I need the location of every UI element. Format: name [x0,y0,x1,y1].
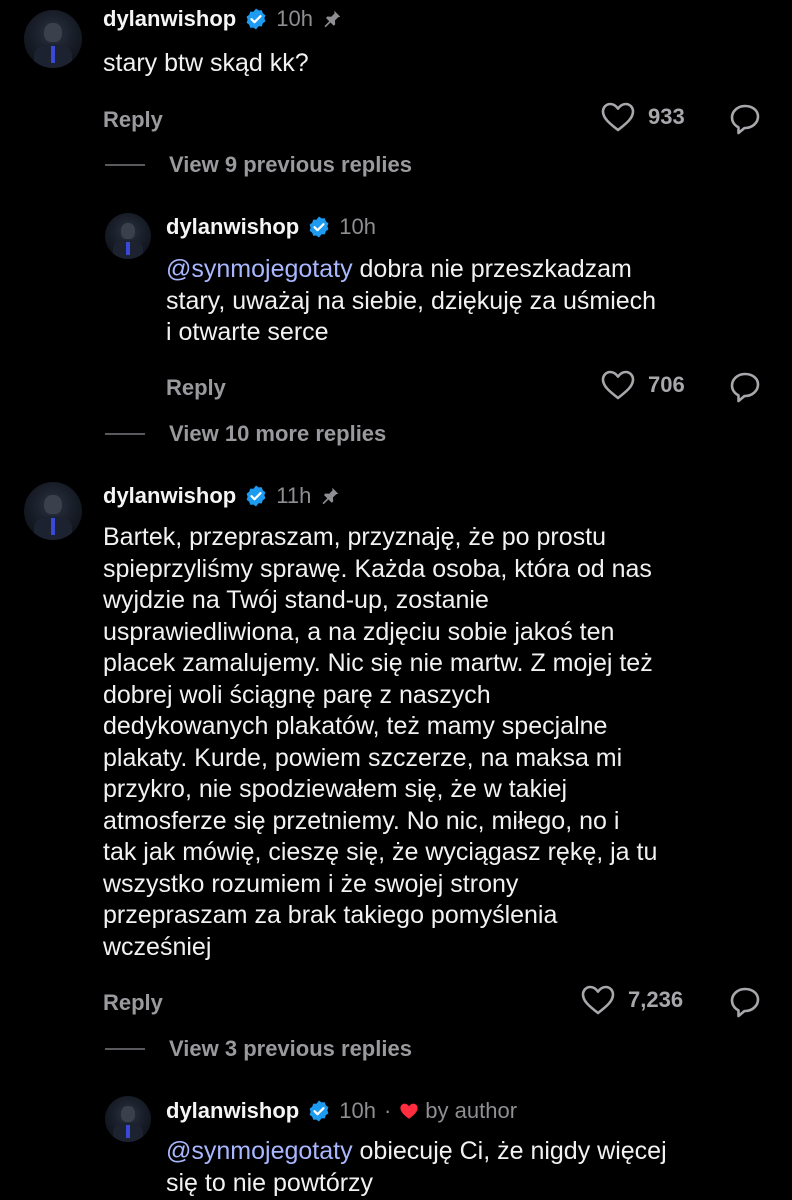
liked-by-author-badge: by author [399,1098,517,1124]
comment-time: 10h [339,1098,376,1123]
text-line: i otwarte serce [166,318,329,346]
comment-text: @synmojegotaty dobra nie przeszkadzam st… [166,254,656,349]
reply-button[interactable]: Reply [103,107,163,133]
reply-button[interactable]: Reply [166,375,226,401]
view-link-text[interactable]: View 3 previous replies [169,1036,412,1062]
text-line: obiecuję Ci, że nigdy więcej [352,1137,667,1165]
text-line: atmosferze się przetniemy. No nic, miłeg… [103,806,620,835]
thread-line [105,433,145,435]
author-heart-icon [400,1103,418,1119]
pin-icon [321,8,343,30]
thread-line [105,1048,145,1050]
heart-icon[interactable] [580,984,616,1016]
mention-link[interactable]: @synmojegotaty [166,255,353,283]
by-author-label: by author [425,1098,518,1123]
text-line: przepraszam za brak takiego pomyślenia [103,901,558,929]
text-line: stary, uważaj na siebie, dziękuję za uśm… [166,286,657,315]
avatar[interactable] [105,213,151,259]
comment-text: @synmojegotaty obiecuję Ci, że nigdy wię… [166,1136,667,1199]
comment-time: 11h [276,483,312,508]
text-line: dobra nie przeszkadzam [352,255,632,283]
view-link-text[interactable]: View 10 more replies [169,421,386,447]
comment-time: 10h [276,6,313,31]
mention-link[interactable]: @synmojegotaty [166,1137,353,1165]
text-line: usprawiedliwiona, a na zdjęciu sobie jak… [103,617,615,646]
view-link-text[interactable]: View 9 previous replies [169,152,412,178]
text-line: placek zamalujemy. Nic się nie martw. Z … [103,649,653,677]
like-button[interactable]: 706 [600,369,685,401]
text-line: dedykowanych plakatów, też mamy specjaln… [103,712,608,740]
text-line: wszystko rozumiem i że swojej strony [103,869,519,898]
text-line: tak jak mówię, cieszę się, że wyciągasz … [103,838,658,866]
text-line: wcześniej [103,932,212,961]
avatar[interactable] [105,1096,151,1142]
verified-badge-icon [307,215,331,239]
verified-badge-icon [244,7,268,31]
comment-text: stary btw skąd kk? [103,49,309,77]
username[interactable]: dylanwishop [103,483,236,509]
text-line: Bartek, przepraszam, przyznaję, że po pr… [103,523,607,551]
username[interactable]: dylanwishop [166,1098,299,1124]
text-line: spieprzyliśmy sprawę. Każda osoba, która… [103,554,652,583]
view-more-replies-link[interactable]: View 10 more replies [105,421,386,447]
reply-bubble-icon[interactable] [728,370,762,404]
comment-text: Bartek, przepraszam, przyznaję, że po pr… [103,522,657,963]
text-line: plakaty. Kurde, powiem szczerze, na maks… [103,743,623,772]
reply-bubble-icon[interactable] [728,985,762,1019]
like-button[interactable]: 933 [600,101,685,133]
thread-line [105,164,145,166]
text-line: wyjdzie na Twój stand-up, zostanie [103,586,489,614]
text-line: się to nie powtórzy [166,1168,374,1197]
comment-time: 10h [339,214,376,239]
like-count: 933 [648,104,685,129]
verified-badge-icon [244,484,268,508]
separator-dot: · [383,1098,392,1123]
like-count: 706 [648,372,685,397]
like-count: 7,236 [628,987,684,1012]
avatar[interactable] [24,10,82,68]
username[interactable]: dylanwishop [103,6,236,32]
verified-badge-icon [307,1099,331,1123]
view-previous-replies-link[interactable]: View 3 previous replies [105,1036,412,1062]
view-previous-replies-link[interactable]: View 9 previous replies [105,152,412,178]
heart-icon[interactable] [600,101,636,133]
reply-bubble-icon[interactable] [728,102,762,136]
reply-button[interactable]: Reply [103,990,163,1016]
username[interactable]: dylanwishop [166,214,299,240]
pin-icon [319,485,341,507]
text-line: dobrej woli ściągnę parę z naszych [103,680,491,709]
like-button[interactable]: 7,236 [580,984,683,1016]
text-line: przykro, nie spodziewałem się, że w taki… [103,775,568,803]
avatar[interactable] [24,482,82,540]
heart-icon[interactable] [600,369,636,401]
